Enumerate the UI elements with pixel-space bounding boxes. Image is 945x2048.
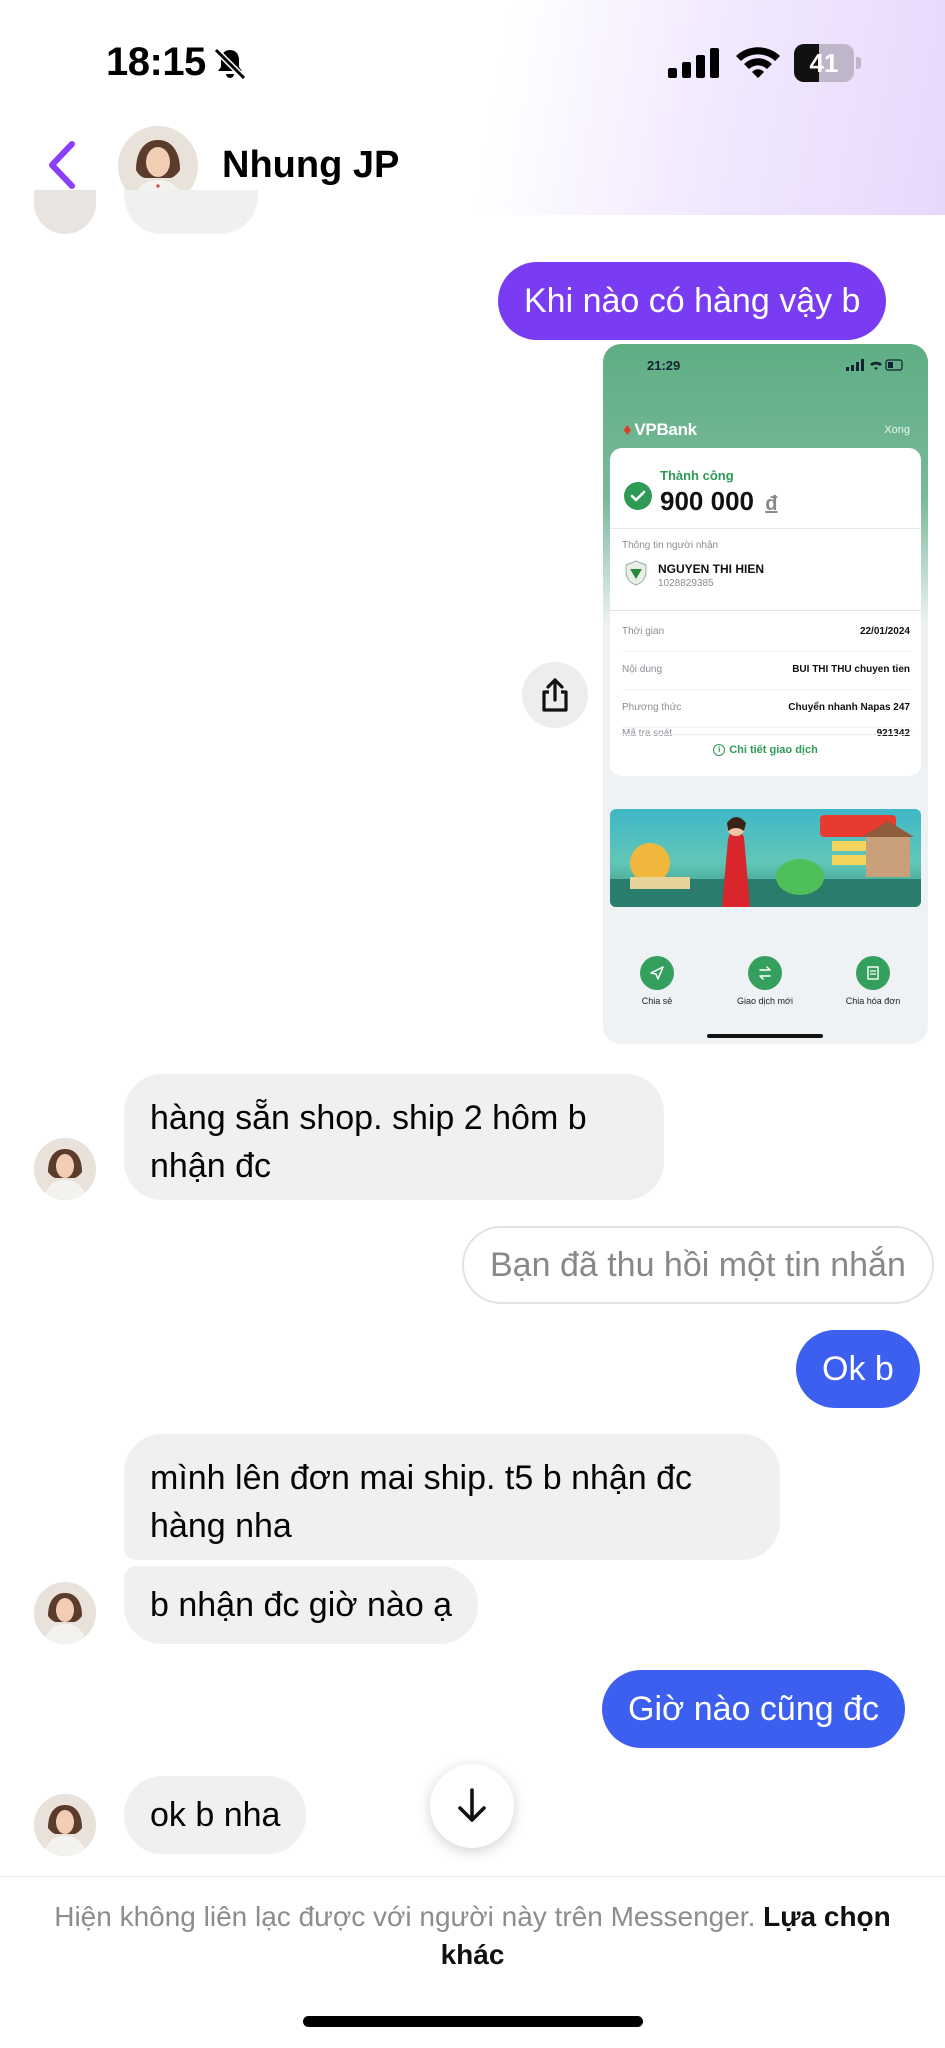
message-bubble-incoming[interactable]: mình lên đơn mai ship. t5 b nhận đc hàng… [124,1434,780,1560]
recipient-name: NGUYEN THI HIEN [658,562,765,576]
footer-divider [0,1876,945,1877]
avatar[interactable] [34,1794,96,1856]
contact-name[interactable]: Nhung JP [222,144,399,187]
receipt-home-indicator [707,1034,823,1038]
arrow-down-icon [458,1788,486,1822]
transaction-detail-link: i Chi tiết giao dịch [610,744,921,757]
promo-banner [610,809,921,907]
cellular-signal-icon [668,48,719,78]
message-bubble-incoming[interactable]: ok b nha [124,1776,307,1854]
receipt-done-button: Xong [884,424,910,436]
scroll-to-bottom-button[interactable] [430,1764,514,1848]
home-indicator[interactable] [303,2016,643,2027]
receipt-status-icons [846,359,903,371]
avatar[interactable] [34,1582,96,1644]
unavailable-notice: Hiện không liên lạc được với người này t… [54,1901,891,1970]
message-bubble-incoming[interactable]: b nhận đc giờ nào ạ [124,1566,479,1644]
receipt-row: Nội dung BUI THI THU chuyen tien [622,652,910,690]
receipt-row: Phương thức Chuyển nhanh Napas 247 [622,690,910,728]
recipient-account: 1028829385 [658,578,714,589]
bank-shield-icon [625,560,647,586]
share-icon [542,678,568,712]
avatar[interactable] [34,1138,96,1200]
message-bubble-outgoing[interactable]: Ok b [796,1330,920,1408]
receipt-action-split-bill: Chia hóa đơn [819,956,927,1006]
recipient-label: Thông tin người nhận [622,540,719,551]
wifi-icon [736,47,780,78]
receipt-time: 21:29 [647,358,681,373]
message-bubble-outgoing[interactable]: Giờ nào cũng đc [602,1670,905,1748]
check-icon [624,482,652,510]
receipt-card: Thành công 900 000 đ Thông tin người nhậ… [610,448,921,776]
bell-muted-icon [213,47,247,81]
receipt-status: Thành công [660,468,734,483]
receipt-action-new-transaction: Giao dịch mới [711,956,819,1006]
battery-indicator: 41 [794,44,861,82]
battery-percent: 41 [809,48,839,78]
message-bubble-outgoing[interactable]: Khi nào có hàng vậy b [498,262,887,340]
message-recalled[interactable]: Bạn đã thu hồi một tin nhắn [462,1226,934,1304]
image-attachment-receipt[interactable]: 21:29 ♦ VPBank Xong Thành công 900 000 đ … [603,344,928,1044]
back-chevron-icon[interactable] [44,140,80,190]
receipt-amount: 900 000 đ [660,486,778,516]
status-time: 18:15 [106,40,206,84]
receipt-action-share: Chia sẻ [603,956,711,1006]
share-button[interactable] [522,662,588,728]
avatar [34,190,96,234]
bank-logo: ♦ VPBank [623,420,697,439]
message-bubble-incoming[interactable]: hàng sẵn shop. ship 2 hôm b nhận đc [124,1074,664,1200]
receipt-actions: Chia sẻ Giao dịch mới Chia hóa đơn [603,956,928,1016]
receipt-row: Thời gian 22/01/2024 [622,614,910,652]
message-bubble-partial [124,190,258,234]
